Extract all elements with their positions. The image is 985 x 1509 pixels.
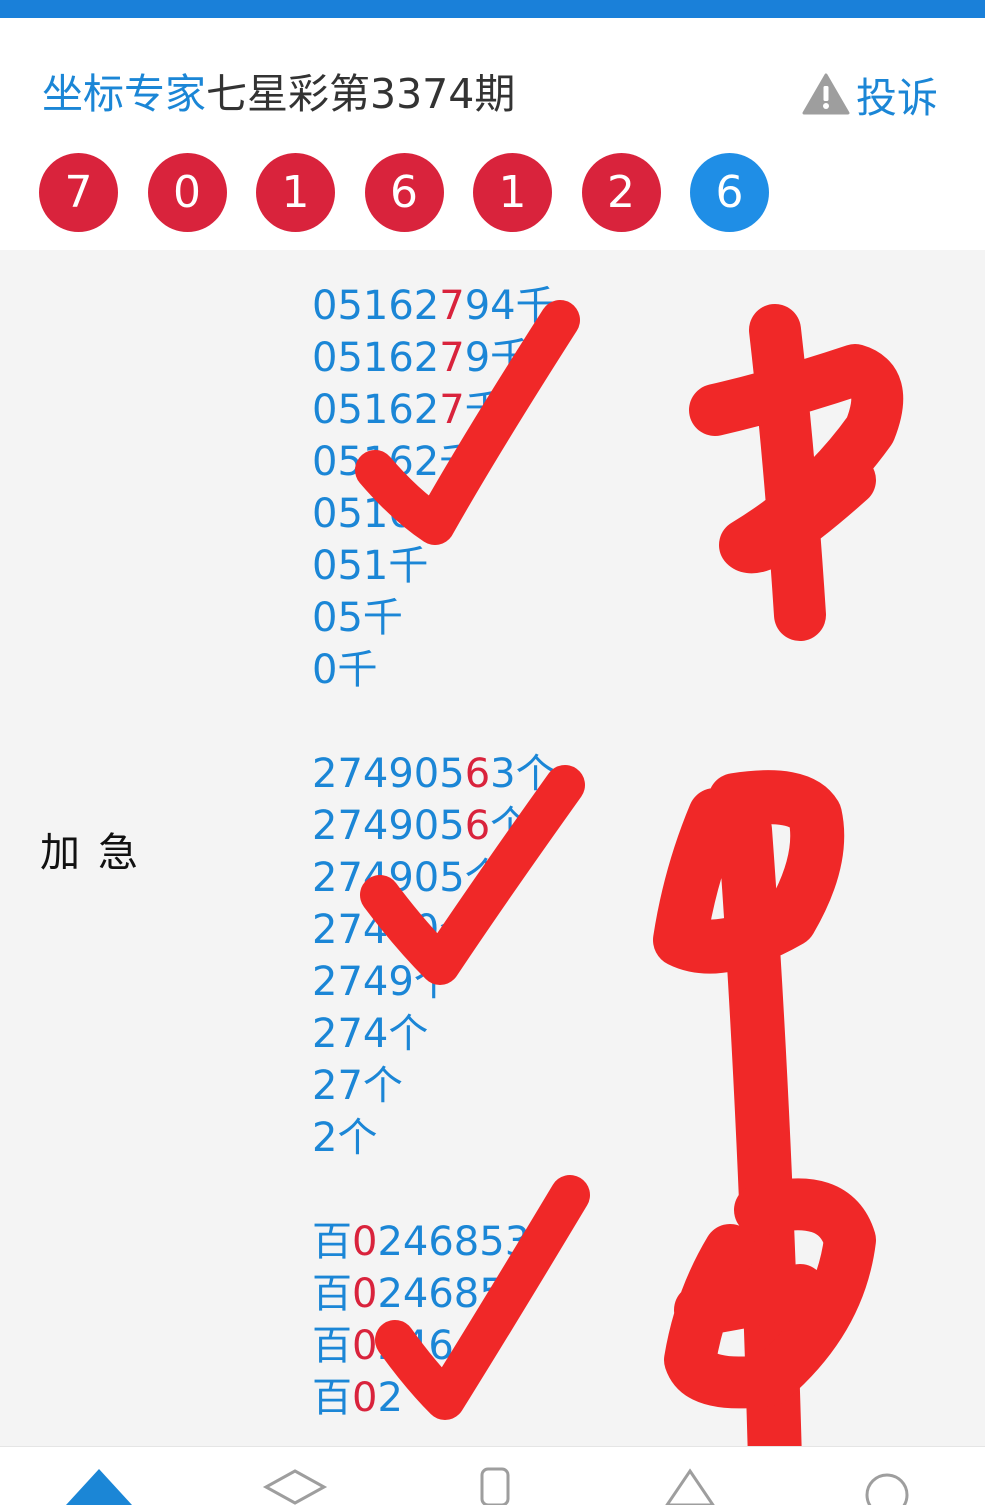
prediction-line: 27490个 [312,904,556,956]
tab-profile[interactable] [852,1465,922,1509]
line-text: 百 [312,1219,352,1265]
line-text: 274905 [312,751,465,797]
draw-ball: 6 [364,153,444,232]
line-text: 94千 [464,283,556,329]
prediction-line: 05162千 [312,436,556,488]
draw-numbers: 7016126 [39,153,799,232]
top-accent-bar [0,0,985,18]
line-text: 0516千 [312,491,454,537]
line-text: 0千 [312,647,378,693]
prediction-list: 05162794千 0516279千 051627千 05162千 0516千 051千 0… [312,280,556,1424]
report-button[interactable]: 投诉 [802,68,938,122]
line-text: 百 [312,1271,352,1317]
draw-ball: 7 [39,153,118,232]
line-text: 3个 [490,751,556,797]
circle-icon [865,1473,909,1509]
graduation-cap-icon [262,1469,328,1505]
prediction-line: 27个 [312,1060,556,1112]
prediction-line: 百02 [312,1372,556,1424]
draw-ball: 2 [581,153,661,232]
line-text: 百 [312,1323,352,1369]
highlight-digit: 7 [439,387,465,433]
draw-ball: 0 [147,153,227,232]
issue-title: 七星彩第3374期 [206,70,516,118]
highlight-digit: 7 [439,335,465,381]
prediction-line: 0516279千 [312,332,556,384]
line-text: 274个 [312,1011,429,1057]
line-text: 05162千 [312,439,480,485]
draw-ball: 1 [473,153,552,232]
prediction-line: 百024685 [312,1268,556,1320]
tab-home[interactable] [64,1465,134,1505]
highlight-digit: 0 [352,1219,378,1265]
line-text: 千 [464,387,505,433]
prediction-line: 0516千 [312,488,556,540]
tab-phone[interactable] [460,1465,530,1507]
line-text: 2468537 [377,1219,556,1265]
prediction-line: 27490563个 [312,748,556,800]
line-text: 246 [377,1323,454,1369]
highlight-digit: 7 [439,283,465,329]
prediction-line: 0千 [312,644,556,696]
highlight-digit: 0 [352,1323,378,1369]
line-text: 274905 [312,803,465,849]
warning-icon [802,73,850,115]
line-text: 05162 [312,387,440,433]
home-icon [66,1469,132,1505]
line-text: 27490个 [312,907,480,953]
line-text: 24685 [377,1271,505,1317]
line-text: 274905个 [312,855,505,901]
tab-learn[interactable] [260,1465,330,1505]
prediction-line: 05千 [312,592,556,644]
urgent-label: 加急 [40,830,156,876]
line-text: 9千 [464,335,531,381]
brand-name[interactable]: 坐标专家 [42,70,206,118]
line-text: 百 [312,1375,352,1421]
line-text: 2749个 [312,959,454,1005]
tab-discover[interactable] [655,1465,725,1507]
prediction-line: 051千 [312,540,556,592]
report-label: 投诉 [856,74,938,122]
draw-ball: 6 [690,153,769,232]
prediction-line: 2个 [312,1112,556,1164]
highlight-digit: 6 [464,751,491,797]
line-text: 个 [490,803,531,849]
bottom-tab-bar [0,1446,985,1509]
header: 坐标专家七星彩第3374期 投诉 7016126 [0,18,985,250]
prediction-line: 百0246 [312,1320,556,1372]
highlight-digit: 0 [352,1375,378,1421]
prediction-line: 274905个 [312,852,556,904]
line-text: 051千 [312,543,429,589]
page-title: 坐标专家七星彩第3374期 [42,68,515,120]
prediction-line: 百02468537 [312,1216,556,1268]
triangle-icon [664,1468,716,1507]
draw-ball: 1 [256,153,335,232]
line-text: 05千 [312,595,403,641]
line-text: 05162 [312,283,440,329]
line-text: 2 [377,1375,403,1421]
highlight-digit: 6 [464,803,491,849]
line-text: 05162 [312,335,440,381]
prediction-line: 2749个 [312,956,556,1008]
phone-icon [480,1467,510,1507]
prediction-line: 2749056个 [312,800,556,852]
prediction-line: 05162794千 [312,280,556,332]
prediction-line: 274个 [312,1008,556,1060]
highlight-digit: 0 [352,1271,378,1317]
line-text: 2个 [312,1115,378,1161]
prediction-line: 051627千 [312,384,556,436]
line-text: 27个 [312,1063,403,1109]
